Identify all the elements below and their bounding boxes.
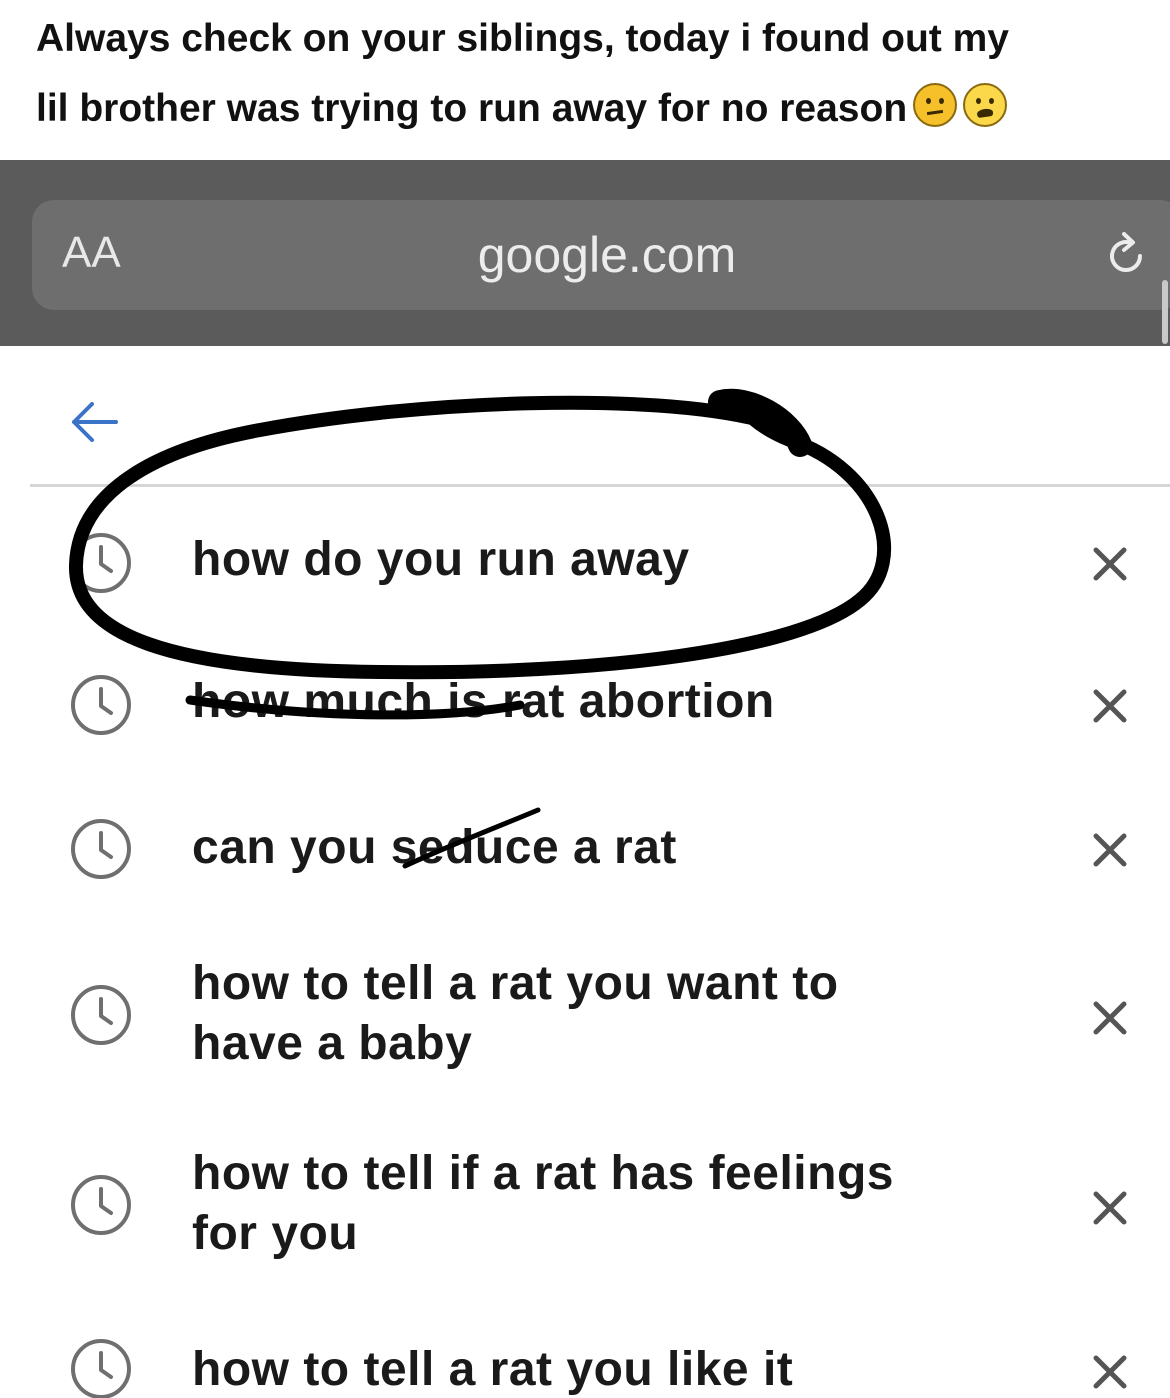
divider bbox=[30, 484, 1170, 487]
confused-face-emoji bbox=[913, 83, 958, 127]
search-suggestion[interactable]: how to tell a rat you want to have a bab… bbox=[0, 950, 1170, 1080]
suggestion-text[interactable]: how to tell a rat you like it bbox=[192, 1340, 1052, 1398]
suggestion-text[interactable]: can you seduce a rat bbox=[192, 818, 1052, 878]
suggestion-text[interactable]: how much is rat abortion bbox=[192, 672, 1052, 732]
search-suggestion[interactable]: how to tell a rat you like it bbox=[0, 1338, 1170, 1398]
scrollbar[interactable] bbox=[1162, 280, 1168, 344]
browser-toolbar: AA google.com bbox=[0, 160, 1170, 346]
clock-icon bbox=[71, 675, 131, 735]
url-text[interactable]: google.com bbox=[32, 226, 1170, 284]
search-suggestion[interactable]: can you seduce a rat bbox=[0, 814, 1170, 894]
clock-icon bbox=[71, 985, 131, 1045]
suggestion-text[interactable]: how to tell a rat you want to have a bab… bbox=[192, 954, 1052, 1074]
circle-annotation-stroke bbox=[708, 388, 812, 457]
clock-icon bbox=[71, 1175, 131, 1235]
clock-icon bbox=[71, 533, 131, 593]
caption-line-2-text: lil brother was trying to run away for n… bbox=[36, 87, 908, 130]
close-icon[interactable] bbox=[1088, 1186, 1132, 1230]
close-icon[interactable] bbox=[1088, 542, 1132, 586]
suggestion-text[interactable]: how do you run away bbox=[192, 530, 1052, 590]
post-caption: Always check on your siblings, today i f… bbox=[36, 4, 1146, 144]
reload-icon[interactable] bbox=[1100, 230, 1152, 282]
search-suggestion[interactable]: how do you run away bbox=[0, 520, 1170, 610]
close-icon[interactable] bbox=[1088, 996, 1132, 1040]
back-arrow-icon[interactable] bbox=[66, 396, 122, 448]
clock-icon bbox=[71, 1339, 131, 1398]
search-suggestion[interactable]: how to tell if a rat has feelings for yo… bbox=[0, 1140, 1170, 1270]
caption-line-2: lil brother was trying to run away for n… bbox=[36, 74, 1146, 144]
close-icon[interactable] bbox=[1088, 828, 1132, 872]
screenshot-page: Always check on your siblings, today i f… bbox=[0, 0, 1170, 1398]
close-icon[interactable] bbox=[1088, 1350, 1132, 1394]
clock-icon bbox=[71, 819, 131, 879]
close-icon[interactable] bbox=[1088, 684, 1132, 728]
suggestion-text[interactable]: how to tell if a rat has feelings for yo… bbox=[192, 1144, 1052, 1264]
address-bar[interactable]: AA google.com bbox=[32, 200, 1170, 310]
search-suggestion[interactable]: how much is rat abortion bbox=[0, 670, 1170, 750]
crying-face-emoji bbox=[963, 83, 1008, 127]
caption-line-1: Always check on your siblings, today i f… bbox=[36, 17, 1009, 60]
